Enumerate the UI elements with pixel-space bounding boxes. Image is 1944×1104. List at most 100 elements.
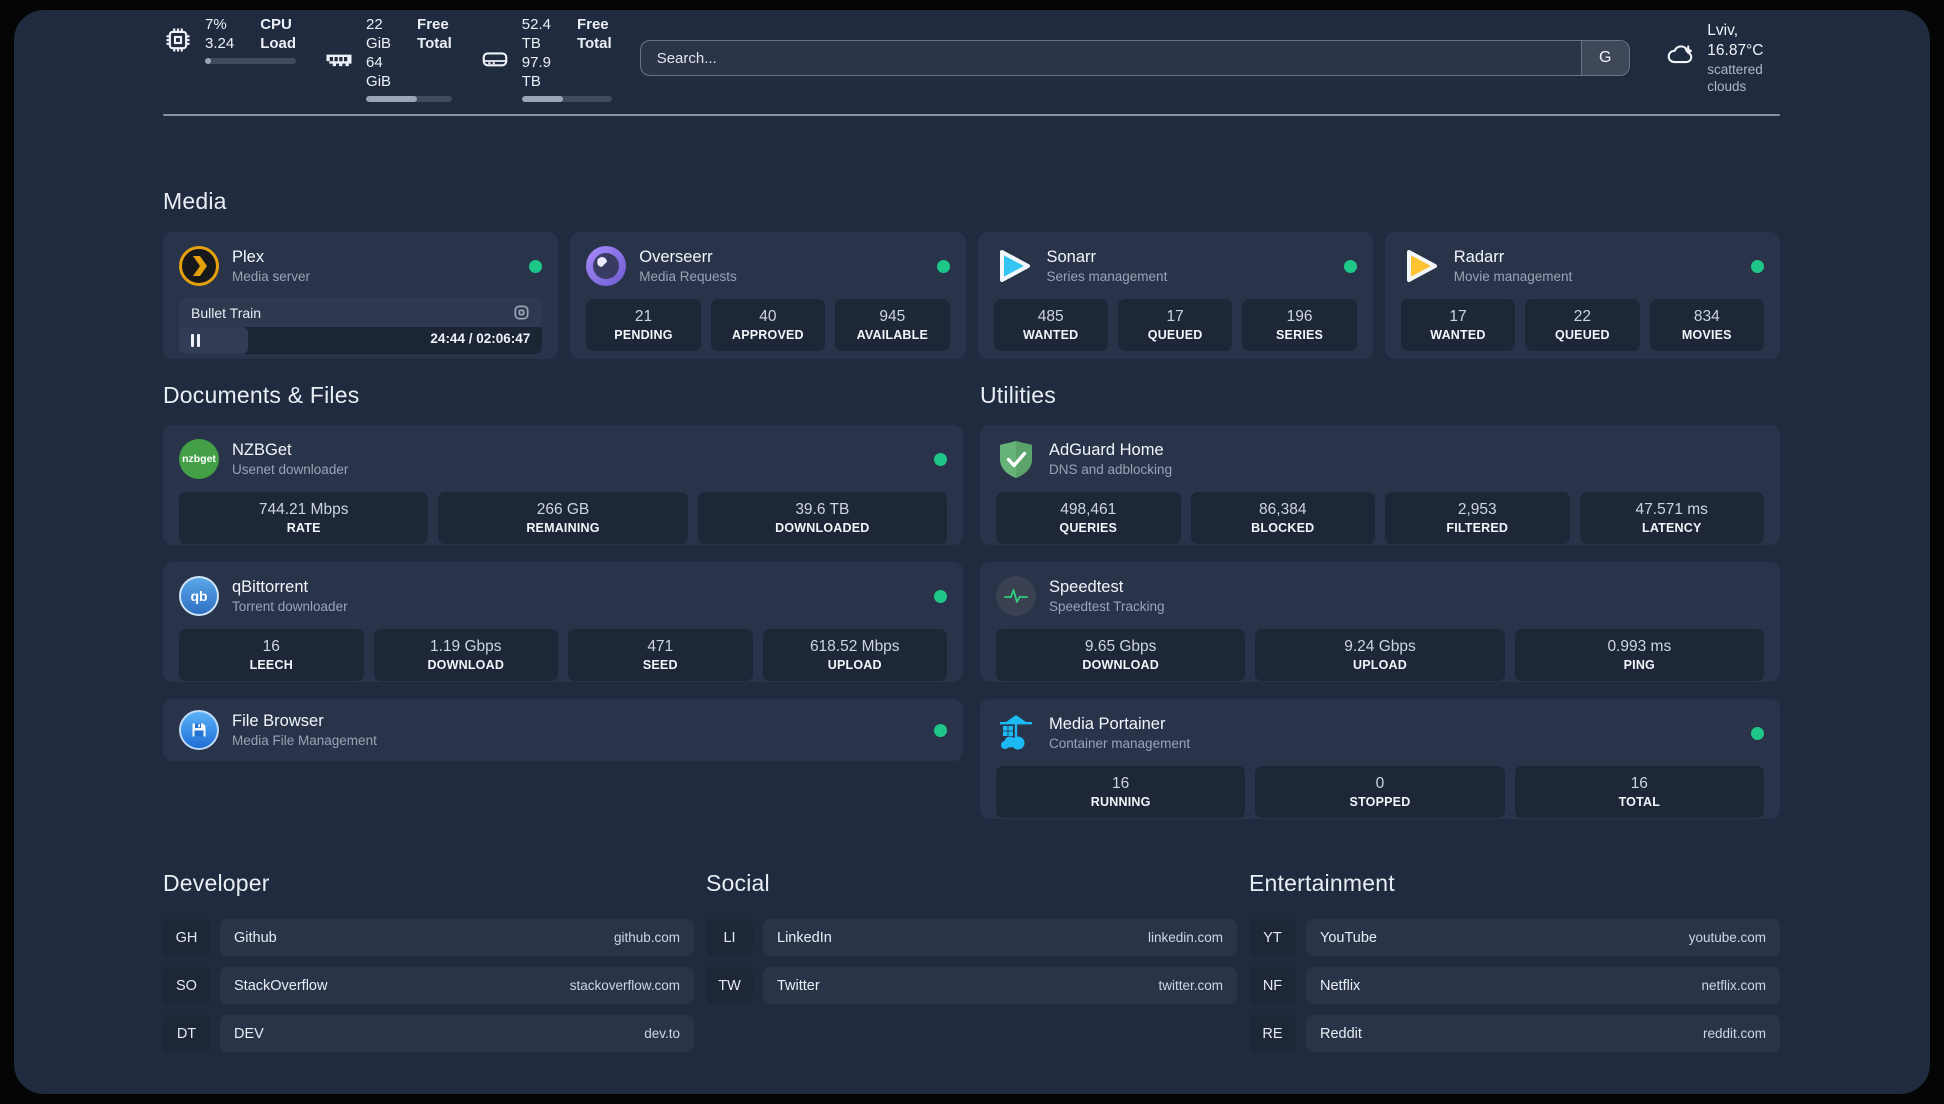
app-name: qBittorrent xyxy=(232,578,309,596)
bookmark-link[interactable]: DEV dev.to xyxy=(220,1015,694,1052)
app-description: Media File Management xyxy=(232,733,377,748)
cloud-icon xyxy=(1666,41,1696,75)
app-card-nzbget[interactable]: nzbget NZBGet Usenet downloader 744.21 M… xyxy=(163,425,963,545)
bookmark-abbr: LI xyxy=(706,919,753,956)
disk-total-label: Total xyxy=(576,34,612,52)
app-card-sonarr[interactable]: Sonarr Series management 485 WANTED 17 QUE… xyxy=(977,232,1373,359)
bookmark-group-social: Social LI LinkedIn linkedin.com TW Twitt… xyxy=(706,870,1237,1063)
section-title-social: Social xyxy=(706,870,770,896)
stat-available: 945 AVAILABLE xyxy=(835,299,950,351)
stat-queries: 498,461 QUERIES xyxy=(996,492,1181,544)
bookmark-abbr: SO xyxy=(163,967,210,1004)
stat-seed: 471 SEED xyxy=(568,629,753,681)
disk-icon xyxy=(480,44,510,74)
bookmark-link[interactable]: YouTube youtube.com xyxy=(1306,919,1780,956)
app-card-radarr[interactable]: Radarr Movie management 17 WANTED 22 QUEUE… xyxy=(1384,232,1780,359)
cpu-icon xyxy=(163,25,193,55)
stat-wanted: 17 WANTED xyxy=(1400,299,1516,351)
overseerr-icon xyxy=(586,246,627,286)
plex-icon xyxy=(179,246,219,286)
app-name: Media Portainer xyxy=(1049,715,1166,733)
stat-download: 9.65 Gbps DOWNLOAD xyxy=(996,629,1246,681)
stat-stopped: 0 STOPPED xyxy=(1255,766,1505,818)
bookmark-link[interactable]: StackOverflow stackoverflow.com xyxy=(220,967,694,1004)
stat-blocked: 86,384 BLOCKED xyxy=(1190,492,1375,544)
status-dot xyxy=(934,452,947,466)
app-card-speedtest[interactable]: Speedtest Speedtest Tracking 9.65 Gbps DO… xyxy=(980,562,1780,682)
pause-icon xyxy=(191,334,201,347)
cpu-progress-bar xyxy=(205,57,297,64)
radarr-icon xyxy=(1401,246,1441,286)
stat-total: 16 TOTAL xyxy=(1514,766,1764,818)
playback-progress-bar[interactable]: 24:44 / 02:06:47 xyxy=(179,327,543,354)
speedtest-icon xyxy=(996,576,1036,616)
stat-queued: 17 QUEUED xyxy=(1117,299,1233,351)
stat-rate: 744.21 Mbps RATE xyxy=(179,492,429,544)
stat-download: 1.19 Gbps DOWNLOAD xyxy=(373,629,558,681)
app-description: DNS and adblocking xyxy=(1049,462,1173,477)
cpu-load-value: 3.24 xyxy=(205,34,235,52)
status-dot xyxy=(529,259,543,273)
app-card-plex[interactable]: Plex Media server Bullet Train 24:44 / 0… xyxy=(163,232,559,359)
bookmark-link[interactable]: Reddit reddit.com xyxy=(1306,1015,1780,1052)
app-name: Speedtest xyxy=(1049,578,1124,596)
stat-movies: 834 MOVIES xyxy=(1649,299,1765,351)
status-dot xyxy=(1751,726,1764,740)
stat-running: 16 RUNNING xyxy=(996,766,1246,818)
bookmark-link[interactable]: Github github.com xyxy=(220,919,694,956)
bookmark-link[interactable]: Netflix netflix.com xyxy=(1306,967,1780,1004)
app-description: Media Requests xyxy=(639,269,737,284)
sonarr-icon xyxy=(994,246,1034,286)
stat-leech: 16 LEECH xyxy=(179,629,364,681)
weather-location-temp: Lviv, 16.87°C xyxy=(1707,22,1764,59)
memory-total-value: 64 GiB xyxy=(366,53,392,90)
search-engine-button[interactable]: G xyxy=(1580,41,1629,75)
bookmark-youtube: YT YouTube youtube.com xyxy=(1249,919,1780,956)
app-card-filebrowser[interactable]: File Browser Media File Management xyxy=(163,699,963,761)
bookmark-dev: DT DEV dev.to xyxy=(163,1015,694,1052)
bookmark-link[interactable]: LinkedIn linkedin.com xyxy=(763,919,1237,956)
app-description: Container management xyxy=(1049,736,1191,751)
nzbget-icon: nzbget xyxy=(179,439,219,479)
stat-filtered: 2,953 FILTERED xyxy=(1385,492,1570,544)
stat-pending: 21 PENDING xyxy=(586,299,701,351)
app-card-portainer[interactable]: Media Portainer Container management 16 R… xyxy=(980,699,1780,819)
ram-icon xyxy=(324,44,354,74)
bookmark-abbr: GH xyxy=(163,919,210,956)
app-card-qbittorrent[interactable]: qb qBittorrent Torrent downloader 16 LEEC… xyxy=(163,562,963,682)
bookmark-link[interactable]: Twitter twitter.com xyxy=(763,967,1237,1004)
bookmark-linkedin: LI LinkedIn linkedin.com xyxy=(706,919,1237,956)
stat-upload: 9.24 Gbps UPLOAD xyxy=(1255,629,1505,681)
cpu-load-label: Load xyxy=(260,34,297,52)
documents-column: nzbget NZBGet Usenet downloader 744.21 M… xyxy=(163,425,963,761)
stat-approved: 40 APPROVED xyxy=(710,299,826,351)
cpu-stat: 7% 3.24 CPU Load xyxy=(163,15,297,64)
stat-ping: 0.993 ms PING xyxy=(1514,629,1764,681)
filebrowser-icon xyxy=(179,710,219,750)
app-description: Speedtest Tracking xyxy=(1049,599,1165,614)
app-card-adguard[interactable]: AdGuard Home DNS and adblocking 498,461 Q… xyxy=(980,425,1780,545)
portainer-icon xyxy=(996,713,1036,753)
disk-stat: 52.4 TB 97.9 TB Free Total xyxy=(480,15,612,102)
app-name: Overseerr xyxy=(639,248,713,266)
app-card-overseerr[interactable]: Overseerr Media Requests 21 PENDING 40 APP… xyxy=(570,232,966,359)
app-description: Torrent downloader xyxy=(232,599,348,614)
weather-condition: scattered clouds xyxy=(1707,62,1763,94)
status-dot xyxy=(936,259,950,273)
bookmark-github: GH Github github.com xyxy=(163,919,694,956)
status-dot xyxy=(934,723,947,737)
app-name: AdGuard Home xyxy=(1049,441,1164,459)
memory-stat: 22 GiB 64 GiB Free Total xyxy=(324,15,452,102)
stat-series: 196 SERIES xyxy=(1242,299,1357,351)
app-description: Media server xyxy=(232,269,311,284)
section-title-utilities: Utilities xyxy=(980,382,1056,408)
bookmark-abbr: RE xyxy=(1249,1015,1296,1052)
system-stats: 7% 3.24 CPU Load 22 GiB 64 GiB Free Tota… xyxy=(163,15,612,102)
search-input[interactable] xyxy=(640,41,1581,75)
status-dot xyxy=(934,589,947,603)
weather-widget[interactable]: Lviv, 16.87°C scattered clouds xyxy=(1666,21,1780,95)
disk-total-value: 97.9 TB xyxy=(521,53,551,90)
bookmark-twitter: TW Twitter twitter.com xyxy=(706,967,1237,1004)
adguard-icon xyxy=(996,439,1036,479)
top-bar: 7% 3.24 CPU Load 22 GiB 64 GiB Free Tota… xyxy=(163,16,1780,102)
